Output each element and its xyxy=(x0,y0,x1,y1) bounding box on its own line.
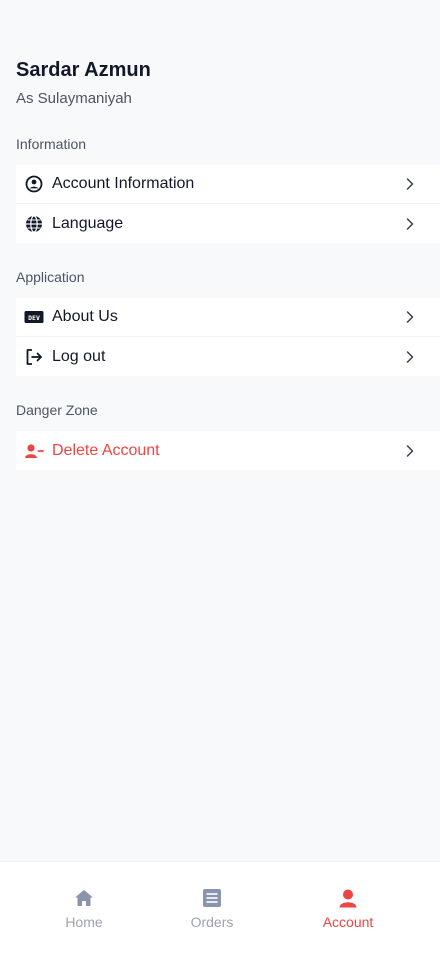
account-information-label: Account Information xyxy=(52,175,195,192)
home-icon xyxy=(44,886,124,910)
about-us-row[interactable]: DEV About Us xyxy=(16,298,440,337)
profile-header: Sardar Azmun As Sulaymaniyah xyxy=(16,58,151,108)
user-icon xyxy=(308,886,388,910)
tab-orders-label: Orders xyxy=(190,914,234,930)
user-remove-icon xyxy=(24,441,44,461)
account-information-row[interactable]: Account Information xyxy=(16,165,440,204)
delete-account-row[interactable]: Delete Account xyxy=(16,431,440,470)
chevron-right-icon xyxy=(404,350,416,363)
log-out-row[interactable]: Log out xyxy=(16,337,440,376)
svg-text:DEV: DEV xyxy=(28,314,40,322)
profile-name: Sardar Azmun xyxy=(16,59,151,81)
delete-account-label: Delete Account xyxy=(52,441,160,459)
chevron-right-icon xyxy=(404,217,416,230)
profile-city: As Sulaymaniyah xyxy=(16,90,132,107)
list-icon xyxy=(172,886,252,910)
globe-icon xyxy=(24,214,44,234)
log-out-label: Log out xyxy=(52,347,106,365)
danger-group: Delete Account xyxy=(16,431,440,470)
language-row[interactable]: Language xyxy=(16,204,440,243)
chevron-right-icon xyxy=(404,178,416,190)
chevron-right-icon xyxy=(404,311,416,323)
tab-account-label: Account xyxy=(322,914,374,930)
application-group: DEV About Us Log out xyxy=(16,298,440,376)
account-circle-icon xyxy=(24,174,44,194)
tab-account[interactable]: Account xyxy=(308,886,388,930)
chevron-right-icon xyxy=(404,444,416,457)
information-group: Account Information Language xyxy=(16,165,440,243)
section-title-application: Application xyxy=(16,269,85,285)
tab-home[interactable]: Home xyxy=(44,886,124,930)
logout-icon xyxy=(24,347,44,367)
tab-orders[interactable]: Orders xyxy=(172,886,252,930)
section-title-information: Information xyxy=(16,136,87,152)
language-label: Language xyxy=(52,214,124,232)
dev-badge-icon: DEV xyxy=(24,307,44,327)
bottom-tab-bar: Home Orders Account xyxy=(0,861,440,956)
section-title-danger: Danger Zone xyxy=(16,402,98,418)
tab-home-label: Home xyxy=(65,914,103,930)
about-us-label: About Us xyxy=(52,308,118,325)
